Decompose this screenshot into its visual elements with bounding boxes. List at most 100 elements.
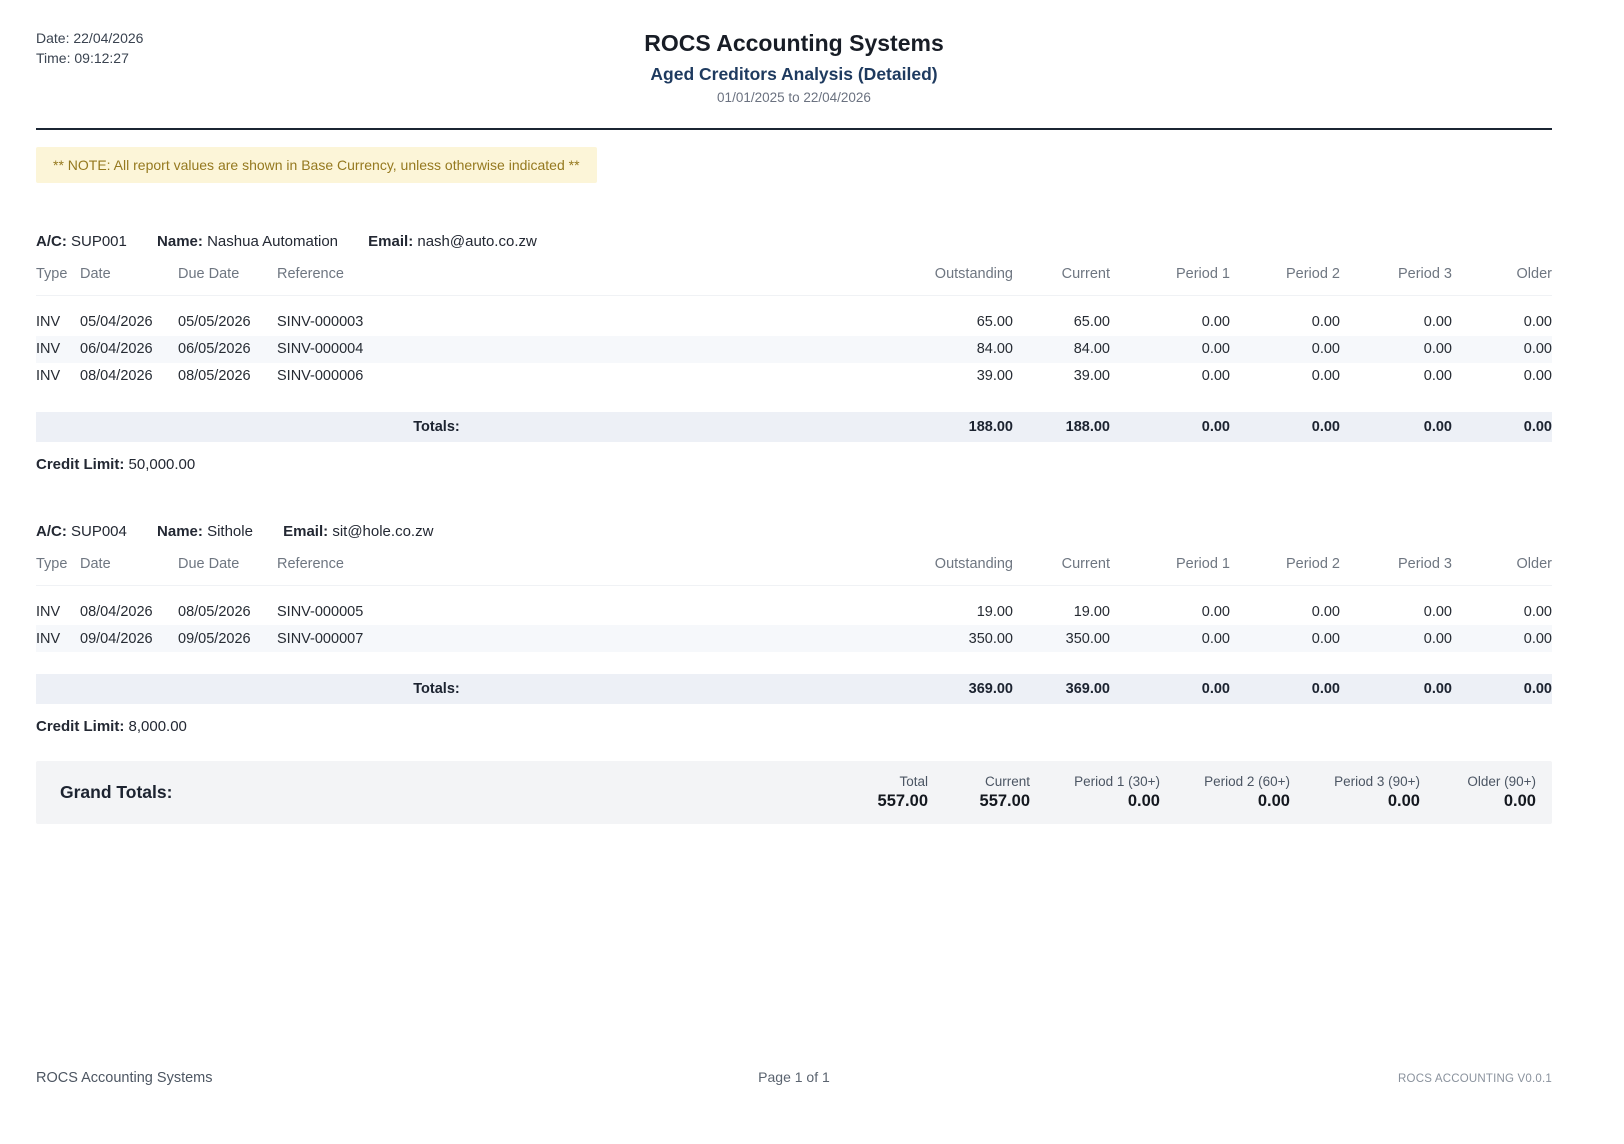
grand-total-column-value: 0.00 xyxy=(1190,792,1290,811)
totals-outstanding: 188.00 xyxy=(837,412,1013,442)
invoice-rows: INV 08/04/2026 08/05/2026 SINV-000005 19… xyxy=(36,585,1552,652)
grand-total-column-label: Older (90+) xyxy=(1450,774,1536,789)
cell-current: 350.00 xyxy=(1013,625,1110,652)
cell-due-date: 06/05/2026 xyxy=(178,336,277,363)
cell-period1: 0.00 xyxy=(1110,336,1230,363)
cell-type: INV xyxy=(36,363,80,390)
supplier-header: A/C: SUP004 Name: Sithole Email: sit@hol… xyxy=(36,523,1552,540)
cell-outstanding: 84.00 xyxy=(837,336,1013,363)
cell-reference: SINV-000005 xyxy=(277,585,837,625)
cell-older: 0.00 xyxy=(1452,336,1552,363)
grand-total-column: Older (90+) 0.00 xyxy=(1450,774,1536,811)
cell-period2: 0.00 xyxy=(1230,585,1340,625)
credit-limit-label: Credit Limit: xyxy=(36,456,124,473)
col-header-period3: Period 3 xyxy=(1340,260,1452,296)
report-page: Date: 22/04/2026 Time: 09:12:27 ROCS Acc… xyxy=(0,0,1624,1144)
cell-period2: 0.00 xyxy=(1230,363,1340,390)
cell-older: 0.00 xyxy=(1452,625,1552,652)
totals-label: Totals: xyxy=(36,674,837,704)
grand-total-column: Period 2 (60+) 0.00 xyxy=(1190,774,1290,811)
cell-older: 0.00 xyxy=(1452,296,1552,336)
cell-outstanding: 350.00 xyxy=(837,625,1013,652)
cell-period3: 0.00 xyxy=(1340,336,1452,363)
col-header-period2: Period 2 xyxy=(1230,550,1340,586)
credit-limit-line: Credit Limit: 50,000.00 xyxy=(36,456,1552,473)
grand-total-column-label: Period 3 (90+) xyxy=(1320,774,1420,789)
meta-date-label: Date: xyxy=(36,30,69,46)
invoice-row: INV 06/04/2026 06/05/2026 SINV-000004 84… xyxy=(36,336,1552,363)
totals-current: 188.00 xyxy=(1013,412,1110,442)
email-label: Email: xyxy=(368,233,413,250)
report-titles: ROCS Accounting Systems Aged Creditors A… xyxy=(36,24,1552,105)
grand-totals-band: Grand Totals: Total 557.00 Current 557.0… xyxy=(36,761,1552,824)
cell-type: INV xyxy=(36,625,80,652)
meta-date-line: Date: 22/04/2026 xyxy=(36,29,143,49)
totals-row: Totals: 369.00 369.00 0.00 0.00 0.00 0.0… xyxy=(36,674,1552,704)
col-header-due-date: Due Date xyxy=(178,550,277,586)
cell-due-date: 05/05/2026 xyxy=(178,296,277,336)
grand-total-column-label: Current xyxy=(958,774,1030,789)
name-label: Name: xyxy=(157,523,203,540)
meta-time-value: 09:12:27 xyxy=(74,50,129,66)
footer-app-name: ROCS Accounting Systems xyxy=(36,1070,541,1086)
col-header-date: Date xyxy=(80,260,178,296)
cell-current: 65.00 xyxy=(1013,296,1110,336)
col-header-period2: Period 2 xyxy=(1230,260,1340,296)
cell-period1: 0.00 xyxy=(1110,296,1230,336)
grand-total-column-label: Total xyxy=(866,774,928,789)
cell-current: 39.00 xyxy=(1013,363,1110,390)
report-date-range: 01/01/2025 to 22/04/2026 xyxy=(36,90,1552,105)
meta-date-value: 22/04/2026 xyxy=(73,30,143,46)
totals-older: 0.00 xyxy=(1452,674,1552,704)
credit-limit-line: Credit Limit: 8,000.00 xyxy=(36,718,1552,735)
header-divider xyxy=(36,128,1552,130)
ac-value: SUP001 xyxy=(71,233,127,250)
email-value: sit@hole.co.zw xyxy=(332,523,433,540)
cell-outstanding: 39.00 xyxy=(837,363,1013,390)
cell-period3: 0.00 xyxy=(1340,585,1452,625)
email-label: Email: xyxy=(283,523,328,540)
report-footer: ROCS Accounting Systems Page 1 of 1 ROCS… xyxy=(36,1069,1552,1086)
credit-limit-value: 8,000.00 xyxy=(129,718,187,735)
cell-due-date: 08/05/2026 xyxy=(178,363,277,390)
footer-page-indicator: Page 1 of 1 xyxy=(541,1069,1046,1085)
col-header-type: Type xyxy=(36,550,80,586)
col-header-date: Date xyxy=(80,550,178,586)
cell-older: 0.00 xyxy=(1452,585,1552,625)
col-header-current: Current xyxy=(1013,260,1110,296)
invoice-row: INV 08/04/2026 08/05/2026 SINV-000005 19… xyxy=(36,585,1552,625)
header-row: Type Date Due Date Reference Outstanding… xyxy=(36,550,1552,586)
grand-totals-columns: Total 557.00 Current 557.00 Period 1 (30… xyxy=(866,774,1536,811)
totals-label: Totals: xyxy=(36,412,837,442)
report-header: Date: 22/04/2026 Time: 09:12:27 ROCS Acc… xyxy=(36,24,1552,108)
cell-reference: SINV-000006 xyxy=(277,363,837,390)
grand-total-column: Period 3 (90+) 0.00 xyxy=(1320,774,1420,811)
meta-time-line: Time: 09:12:27 xyxy=(36,49,143,69)
cell-outstanding: 65.00 xyxy=(837,296,1013,336)
cell-period2: 0.00 xyxy=(1230,625,1340,652)
cell-date: 09/04/2026 xyxy=(80,625,178,652)
totals-period3: 0.00 xyxy=(1340,674,1452,704)
currency-note: ** NOTE: All report values are shown in … xyxy=(36,147,597,183)
cell-period3: 0.00 xyxy=(1340,625,1452,652)
ac-label: A/C: xyxy=(36,523,67,540)
cell-date: 08/04/2026 xyxy=(80,585,178,625)
cell-due-date: 08/05/2026 xyxy=(178,585,277,625)
totals-section: Totals: 188.00 188.00 0.00 0.00 0.00 0.0… xyxy=(36,390,1552,442)
cell-period1: 0.00 xyxy=(1110,585,1230,625)
totals-period1: 0.00 xyxy=(1110,674,1230,704)
spacer-row xyxy=(36,390,1552,412)
invoice-row: INV 05/04/2026 05/05/2026 SINV-000003 65… xyxy=(36,296,1552,336)
col-header-type: Type xyxy=(36,260,80,296)
credit-limit-label: Credit Limit: xyxy=(36,718,124,735)
footer-version: ROCS ACCOUNTING V0.0.1 xyxy=(1047,1073,1552,1085)
grand-total-column-value: 557.00 xyxy=(958,792,1030,811)
cell-period2: 0.00 xyxy=(1230,296,1340,336)
grand-total-column: Total 557.00 xyxy=(866,774,928,811)
table-header: Type Date Due Date Reference Outstanding… xyxy=(36,260,1552,296)
grand-total-column-label: Period 2 (60+) xyxy=(1190,774,1290,789)
cell-current: 84.00 xyxy=(1013,336,1110,363)
ac-value: SUP004 xyxy=(71,523,127,540)
meta-time-label: Time: xyxy=(36,50,70,66)
grand-total-column: Period 1 (30+) 0.00 xyxy=(1060,774,1160,811)
